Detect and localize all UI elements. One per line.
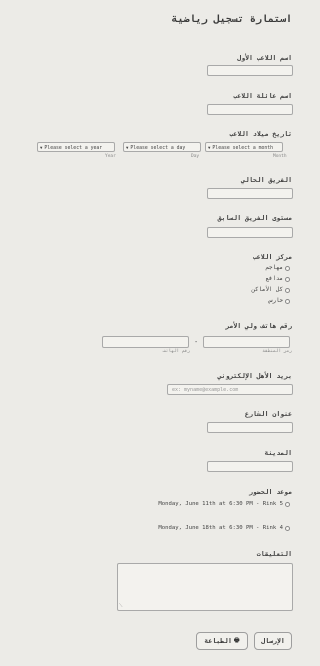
radio-button[interactable] (285, 287, 290, 293)
position-option-all[interactable]: كل الأماكن (252, 287, 290, 293)
phone-number-input[interactable] (102, 336, 189, 348)
chevron-down-icon: ▼ (40, 144, 43, 150)
street-input[interactable] (207, 422, 293, 433)
tryout-option-june-11[interactable]: Monday, June 11th at 6:30 PM - Rink 5 (158, 501, 290, 507)
registration-form: استمارة تسجيل رياضية اسم اللاعب الأول اس… (0, 0, 310, 666)
street-label: عنوان الشارع (245, 410, 292, 418)
print-button[interactable]: 🖶 الطباعة (196, 632, 248, 650)
first-name-input[interactable] (207, 65, 293, 76)
previous-level-label: مستوى الفريق السابق (217, 214, 292, 222)
radio-button[interactable] (285, 276, 290, 282)
birth-date-label: تاريخ ميلاد اللاعب (229, 130, 292, 138)
day-sublabel: Day (191, 154, 200, 159)
phone-area-code-input[interactable] (203, 336, 290, 348)
submit-button[interactable]: الإرسال (254, 632, 292, 650)
radio-button[interactable] (285, 525, 290, 531)
position-option-defense[interactable]: مدافع (266, 276, 290, 282)
tryout-option-june-18[interactable]: Monday, June 18th at 6:30 PM - Rink 4 (158, 525, 290, 531)
phone-separator: - (194, 338, 199, 346)
last-name-input[interactable] (207, 104, 293, 115)
birth-day-select[interactable]: ▼ Please select a day (123, 142, 201, 152)
position-option-goalie[interactable]: حارس (269, 298, 290, 304)
current-team-label: الفريق الحالي (241, 176, 292, 184)
chevron-down-icon: ▼ (208, 144, 211, 150)
parent-email-label: بريد الأهل الإلكتروني (217, 372, 292, 380)
birth-month-select[interactable]: ▼ Please select a month (205, 142, 283, 152)
form-title: استمارة تسجيل رياضية (171, 14, 292, 25)
position-option-forward[interactable]: مهاجم (266, 265, 290, 271)
area-code-sublabel: رمز المنطقة (262, 349, 292, 354)
year-sublabel: Year (105, 154, 116, 159)
chevron-down-icon: ▼ (126, 144, 129, 150)
month-sublabel: Month (273, 154, 287, 159)
comments-textarea[interactable]: ⟋ (117, 563, 293, 611)
city-input[interactable] (207, 461, 293, 472)
radio-button[interactable] (285, 298, 290, 304)
radio-button[interactable] (285, 265, 290, 271)
resize-handle-icon[interactable]: ⟋ (119, 603, 123, 609)
radio-button[interactable] (285, 501, 290, 507)
city-label: المدينة (264, 449, 292, 457)
tryout-label: موعد الحضور (248, 488, 292, 496)
parent-email-input[interactable]: ex: myname@example.com (167, 384, 293, 395)
parent-phone-label: رقم هاتف ولي الأمر (225, 322, 292, 330)
birth-year-select[interactable]: ▼ Please select a year (37, 142, 115, 152)
current-team-input[interactable] (207, 188, 293, 199)
previous-level-input[interactable] (207, 227, 293, 238)
last-name-label: اسم عائلة اللاعب (233, 92, 292, 100)
position-label: مركز اللاعب (252, 253, 292, 261)
phone-number-sublabel: رقم الهاتف (163, 349, 191, 354)
comments-label: التعليقات (256, 550, 292, 558)
first-name-label: اسم اللاعب الأول (237, 54, 292, 62)
printer-icon: 🖶 (233, 637, 240, 644)
